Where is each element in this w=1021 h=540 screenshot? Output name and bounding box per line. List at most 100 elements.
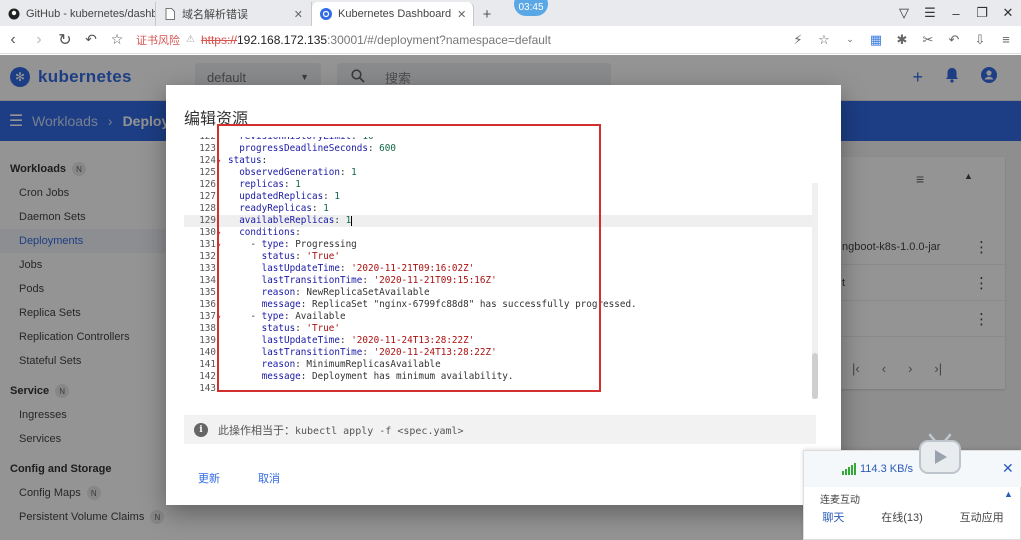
cert-risk-label[interactable]: 证书风险	[136, 32, 180, 48]
fold-arrow-icon[interactable]: ▾	[217, 155, 221, 167]
minimize-icon[interactable]: –	[943, 6, 969, 21]
widget-tab-chat[interactable]: 聊天	[822, 509, 844, 531]
yaml-editor[interactable]: 122 revisionHistoryLimit: 10123 progress…	[184, 137, 816, 399]
code-line[interactable]: 138 status: 'True'	[184, 323, 816, 335]
bookmark-star-icon[interactable]: ☆	[104, 31, 130, 48]
code-text: - type: Available	[228, 311, 346, 322]
code-line[interactable]: 123 progressDeadlineSeconds: 600	[184, 143, 816, 155]
code-line[interactable]: 126 replicas: 1	[184, 179, 816, 191]
close-window-icon[interactable]: ✕	[995, 5, 1021, 21]
close-icon[interactable]: ✕	[1002, 460, 1014, 477]
extension-icon[interactable]: ✱	[891, 32, 913, 48]
widget-tab-online[interactable]: 在线(13)	[881, 509, 923, 531]
line-number: 124	[199, 155, 216, 166]
fold-arrow-icon[interactable]: ▾	[217, 227, 221, 239]
back-icon[interactable]: ‹	[0, 31, 26, 49]
line-number: 132	[199, 251, 216, 262]
line-number: 133	[199, 263, 216, 274]
code-line[interactable]: 133 lastUpdateTime: '2020-11-21T09:16:02…	[184, 263, 816, 275]
scissors-icon[interactable]: ✂	[917, 32, 939, 48]
clock-badge: 03:45	[514, 0, 548, 16]
signal-icon	[842, 463, 856, 475]
code-line[interactable]: 137 ▾ - type: Available	[184, 311, 816, 323]
url-field[interactable]: 证书风险 ⚠ https://192.168.172.135:30001/#/d…	[136, 29, 787, 51]
forward-icon[interactable]: ›	[26, 31, 52, 49]
browser-tab-bar: GitHub - kubernetes/dashb ✕ 域名解析错误 ✕ Kub…	[0, 0, 1021, 26]
restore-icon[interactable]: ❐	[969, 5, 995, 21]
shirt-icon[interactable]: ▽	[891, 5, 917, 21]
widget-subtitle: 连麦互动	[820, 495, 860, 506]
code-line[interactable]: 143	[184, 383, 816, 395]
code-line[interactable]: 142 message: Deployment has minimum avai…	[184, 371, 816, 383]
tv-mascot-icon[interactable]	[916, 433, 964, 475]
info-text: 此操作相当于：	[218, 424, 295, 437]
network-speed: 114.3 KB/s	[860, 463, 913, 475]
github-icon	[8, 8, 20, 20]
cancel-button[interactable]: 取消	[258, 470, 280, 486]
code-text: status: 'True'	[261, 323, 340, 334]
code-line[interactable]: 139 lastUpdateTime: '2020-11-24T13:28:22…	[184, 335, 816, 347]
close-icon[interactable]: ✕	[457, 8, 466, 21]
star-icon[interactable]: ☆	[813, 32, 835, 48]
fold-arrow-icon[interactable]: ▾	[217, 239, 221, 251]
update-button[interactable]: 更新	[198, 470, 220, 486]
code-line[interactable]: 128 readyReplicas: 1	[184, 203, 816, 215]
line-number: 139	[199, 335, 216, 346]
code-line[interactable]: 125 observedGeneration: 1	[184, 167, 816, 179]
close-icon[interactable]: ✕	[294, 8, 303, 21]
address-bar: ‹ › ↻ ↶ ☆ 证书风险 ⚠ https://192.168.172.135…	[0, 26, 1021, 54]
new-tab-button[interactable]: +	[474, 2, 500, 26]
code-text: reason: NewReplicaSetAvailable	[261, 287, 430, 298]
code-line[interactable]: 140 lastTransitionTime: '2020-11-24T13:2…	[184, 347, 816, 359]
toolbar-right: ⚡ ☆ ⌄ ▦ ✱ ✂ ↶ ⇩ ≡	[787, 32, 1017, 48]
line-number: 129	[199, 215, 216, 226]
apps-grid-icon[interactable]: ▦	[865, 32, 887, 48]
code-text: updatedReplicas: 1	[239, 191, 340, 202]
code-text: lastTransitionTime: '2020-11-24T13:28:22…	[261, 347, 497, 358]
chevron-up-icon[interactable]: ▲	[1004, 489, 1013, 499]
menu-icon[interactable]: ☰	[917, 5, 943, 21]
line-number: 140	[199, 347, 216, 358]
code-line[interactable]: 131 ▾ - type: Progressing	[184, 239, 816, 251]
code-line[interactable]: 130 ▾ conditions:	[184, 227, 816, 239]
widget-tab-apps[interactable]: 互动应用	[960, 509, 1004, 531]
info-icon: i	[194, 422, 208, 437]
code-line[interactable]: 135 reason: NewReplicaSetAvailable	[184, 287, 816, 299]
line-number: 141	[199, 359, 216, 370]
tab-dns-error[interactable]: 域名解析错误 ✕	[156, 2, 312, 26]
code-text: message: ReplicaSet "nginx-6799fc88d8" h…	[261, 299, 637, 310]
line-number: 125	[199, 167, 216, 178]
undo-icon[interactable]: ↶	[78, 31, 104, 48]
code-text: lastUpdateTime: '2020-11-24T13:28:22Z'	[261, 335, 475, 346]
code-line[interactable]: 141 reason: MinimumReplicasAvailable	[184, 359, 816, 371]
reload-icon[interactable]: ↻	[52, 30, 78, 50]
line-number: 143	[199, 383, 216, 394]
tab-github[interactable]: GitHub - kubernetes/dashb ✕	[0, 2, 156, 26]
code-line[interactable]: 132 status: 'True'	[184, 251, 816, 263]
fold-arrow-icon[interactable]: ▾	[217, 311, 221, 323]
dropdown-icon[interactable]: ⌄	[839, 34, 861, 45]
line-number: 138	[199, 323, 216, 334]
widget-tabs: 聊天 在线(13) 互动应用	[804, 509, 1021, 531]
more-icon[interactable]: ≡	[995, 32, 1017, 47]
download-icon[interactable]: ⇩	[969, 32, 991, 48]
code-text: readyReplicas: 1	[239, 203, 329, 214]
line-number: 137	[199, 311, 216, 322]
code-text: replicas: 1	[239, 179, 301, 190]
code-text: reason: MinimumReplicasAvailable	[261, 359, 441, 370]
code-line[interactable]: 127 updatedReplicas: 1	[184, 191, 816, 203]
code-text: conditions:	[239, 227, 301, 238]
widget-header: 114.3 KB/s ✕	[804, 451, 1021, 487]
code-line[interactable]: 134 lastTransitionTime: '2020-11-21T09:1…	[184, 275, 816, 287]
code-line[interactable]: 136 message: ReplicaSet "nginx-6799fc88d…	[184, 299, 816, 311]
tab-kubernetes-dashboard[interactable]: Kubernetes Dashboard ✕	[312, 2, 474, 26]
code-line[interactable]: 124 ▾ status:	[184, 155, 816, 167]
lightning-icon[interactable]: ⚡	[787, 32, 809, 48]
kubernetes-icon	[320, 8, 332, 20]
code-text: progressDeadlineSeconds: 600	[239, 143, 396, 154]
line-number: 130	[199, 227, 216, 238]
tab-title: Kubernetes Dashboard	[338, 8, 452, 20]
undo-menu-icon[interactable]: ↶	[943, 32, 965, 48]
code-line[interactable]: 129 availableReplicas: 1	[184, 215, 816, 227]
editor-scroll-thumb[interactable]	[812, 353, 818, 399]
